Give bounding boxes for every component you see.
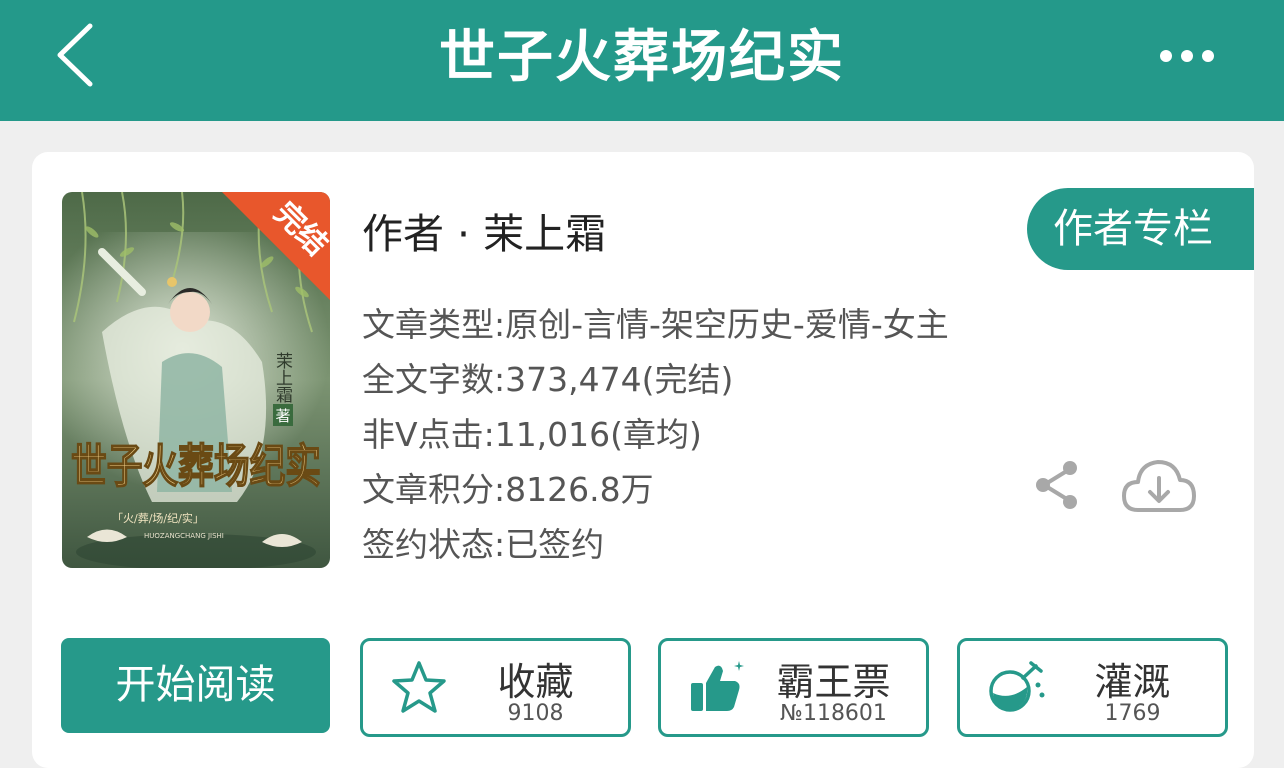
info-genre: 文章类型:原创-言情-架空历史-爱情-女主 [362, 305, 949, 344]
author-column-button[interactable]: 作者专栏 [1027, 188, 1254, 270]
water-button[interactable]: 灌溉 1769 [957, 638, 1228, 737]
vote-count: №118601 [780, 701, 887, 726]
vote-button[interactable]: 霸王票 №118601 [658, 638, 929, 737]
info-word-count: 全文字数:373,474(完结) [362, 360, 734, 399]
page-title: 世子火葬场纪实 [439, 25, 845, 90]
svg-text:茉上霜: 茉上霜 [272, 352, 293, 403]
star-icon [392, 661, 446, 713]
cover-author-suffix: 著 [275, 407, 290, 425]
book-info: 文章类型:原创-言情-架空历史-爱情-女主 全文字数:373,474(完结) 非… [362, 297, 949, 572]
book-card: 完结 茉上霜 著 世子火葬场纪实 「火/葬/场/纪/实」 HUOZANGCHAN… [32, 152, 1254, 768]
collect-count: 9108 [507, 701, 564, 726]
cover-subtitle: 「火/葬/场/纪/实」 [112, 511, 204, 525]
more-dots-icon[interactable] [1158, 44, 1216, 68]
author-name[interactable]: 作者 · 茉上霜 [362, 200, 606, 260]
cover-pinyin: HUOZANGCHANG JISHI [144, 532, 224, 540]
cover-author-sign: 茉上霜 [272, 352, 293, 403]
share-icon[interactable] [1032, 459, 1084, 511]
collect-button[interactable]: 收藏 9108 [360, 638, 631, 737]
cloud-download-icon[interactable] [1120, 454, 1198, 518]
flask-icon [989, 661, 1045, 712]
start-reading-button[interactable]: 开始阅读 [61, 638, 330, 733]
vote-label: 霸王票 [776, 660, 891, 704]
info-clicks: 非V点击:11,016(章均) [362, 415, 702, 454]
info-sign-status: 签约状态:已签约 [362, 525, 605, 564]
water-count: 1769 [1104, 701, 1161, 726]
book-cover[interactable]: 完结 茉上霜 著 世子火葬场纪实 「火/葬/场/纪/实」 HUOZANGCHAN… [62, 192, 330, 568]
collect-label: 收藏 [497, 660, 574, 704]
info-score: 文章积分:8126.8万 [362, 470, 654, 509]
water-label: 灌溉 [1094, 660, 1171, 704]
thumbs-up-icon [691, 661, 744, 711]
top-bar: 世子火葬场纪实 [0, 0, 1284, 121]
cover-title-art: 世子火葬场纪实 [71, 439, 321, 493]
